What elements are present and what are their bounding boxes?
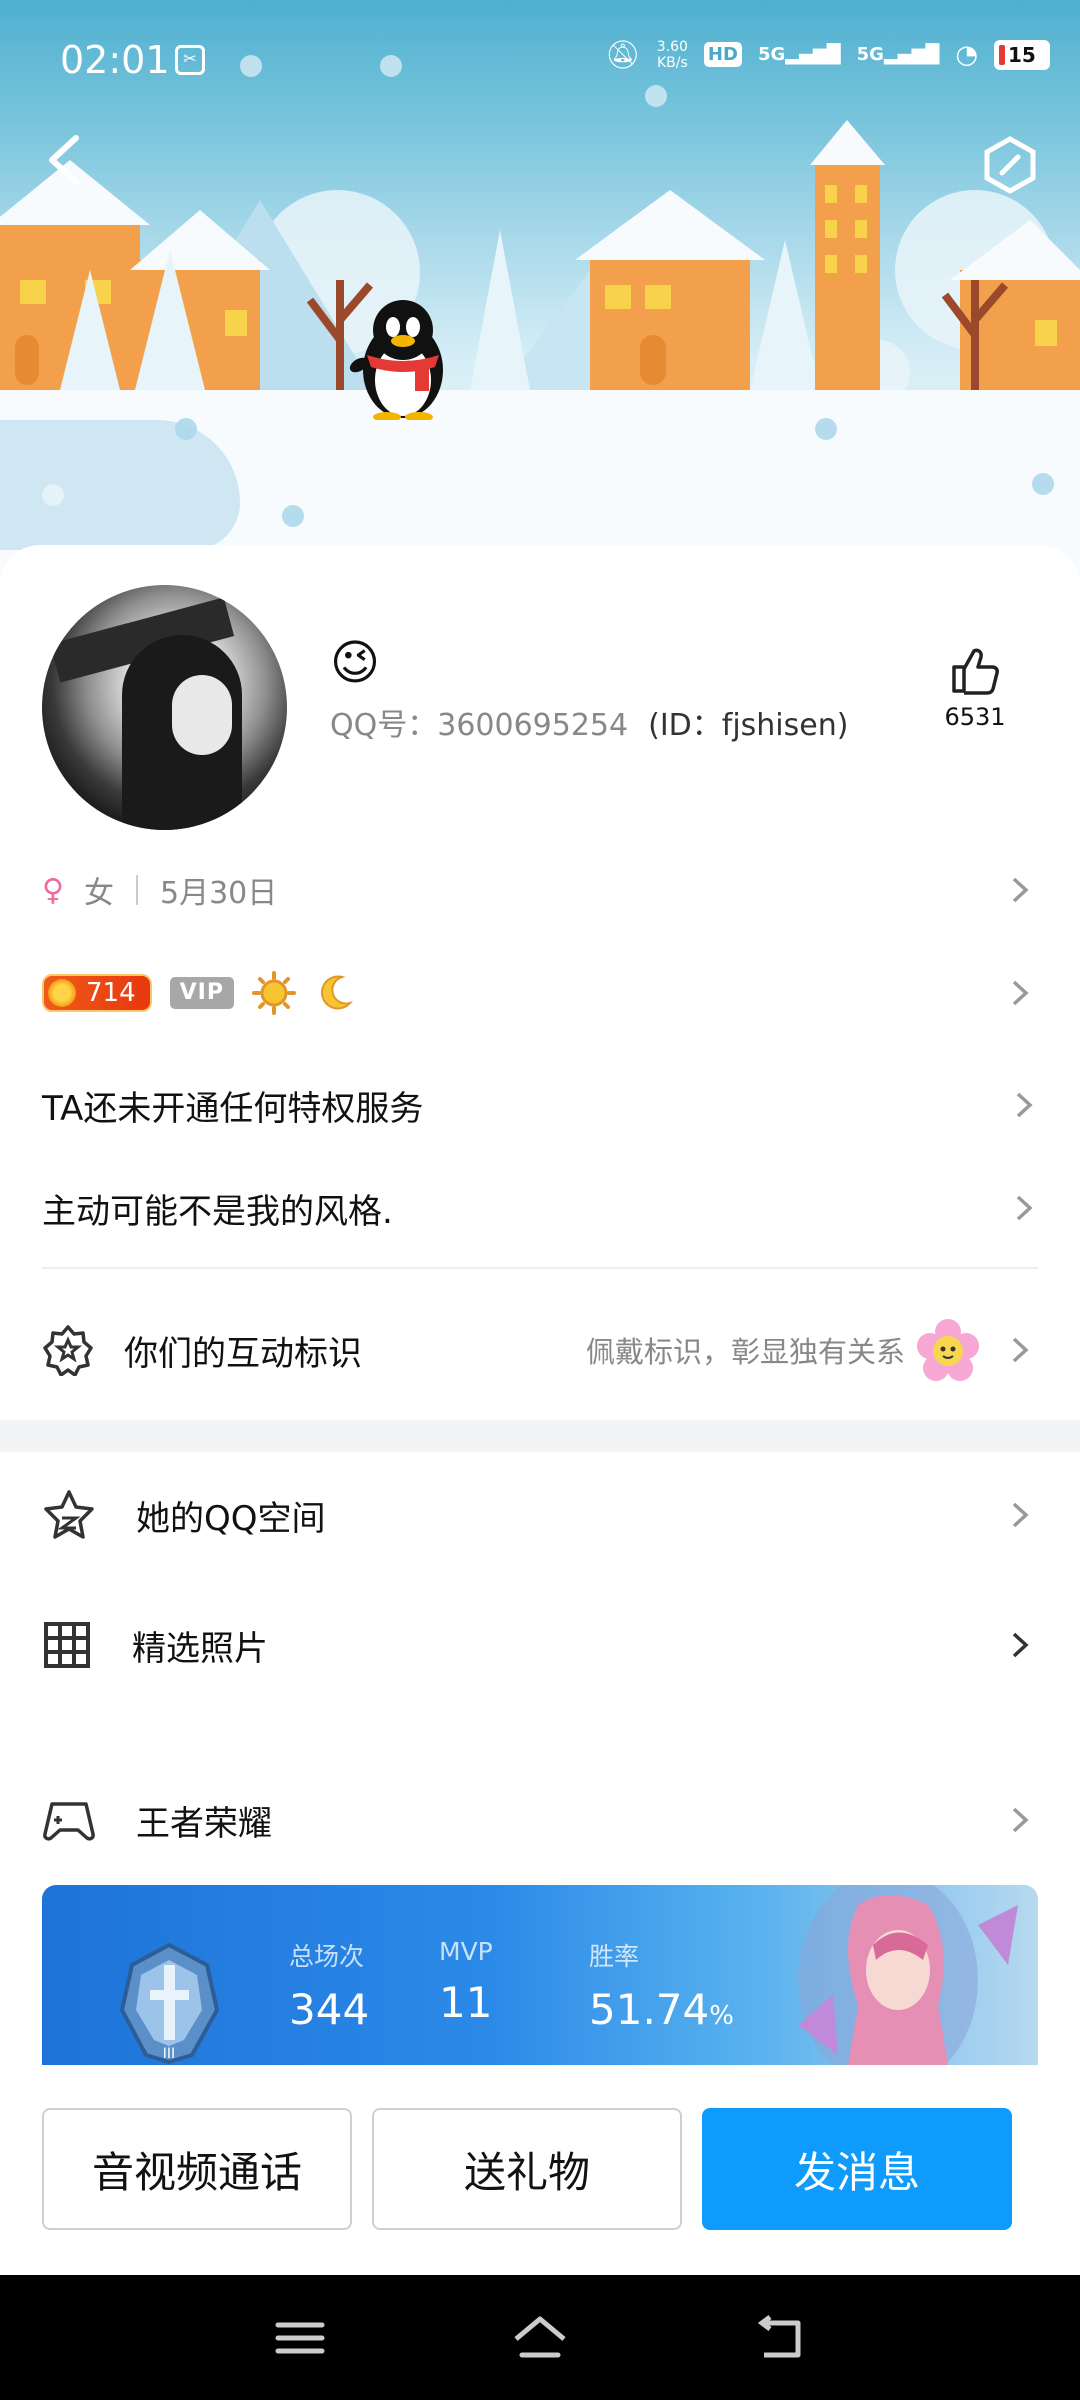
chevron-right-icon <box>1016 1195 1033 1221</box>
avatar[interactable] <box>42 585 287 830</box>
mvp-value: 11 <box>439 1978 493 2027</box>
mute-bell-icon: 🔕︎ <box>605 38 641 71</box>
privilege-row[interactable]: TA还未开通任何特权服务 <box>42 1080 1042 1130</box>
gender: 女 <box>83 876 114 911</box>
nickname: 😉 <box>330 635 381 691</box>
hd-icon: HD <box>703 42 742 67</box>
chevron-right-icon <box>1016 1092 1033 1118</box>
bottom-action-bar: 音视频通话 送礼物 发消息 <box>0 2065 1080 2275</box>
hero-portrait <box>798 1885 1018 2065</box>
birthday: 5月30日 <box>159 876 278 911</box>
game-label: 王者荣耀 <box>136 1803 272 1844</box>
separator <box>135 875 138 905</box>
chevron-right-icon <box>1012 1632 1029 1658</box>
chevron-right-icon <box>1012 1807 1029 1833</box>
win-rate-stat: 胜率 51.74% <box>589 1937 734 2034</box>
interaction-hint: 佩戴标识，彰显独有关系 <box>585 1335 905 1369</box>
battery-icon: 15 <box>994 39 1050 70</box>
thumbs-up-icon <box>952 648 999 695</box>
svg-text:III: III <box>163 2046 175 2062</box>
sim1-label: 5G <box>757 44 786 65</box>
flower-mark-icon <box>917 1319 979 1381</box>
win-rate-number: 51.74 <box>589 1985 710 2034</box>
settings-hexagon-icon[interactable] <box>980 135 1040 195</box>
sun-level-icon <box>251 970 296 1015</box>
send-message-button[interactable]: 发消息 <box>702 2108 1012 2230</box>
battery-level: 15 <box>1008 42 1036 67</box>
interaction-mark-row[interactable]: 你们的互动标识 佩戴标识，彰显独有关系 <box>0 1319 1080 1381</box>
av-call-button[interactable]: 音视频通话 <box>42 2108 352 2230</box>
signature-text: 主动可能不是我的风格. <box>42 1191 393 1232</box>
winter-houses <box>0 120 1080 430</box>
win-rate-unit: % <box>709 2001 734 2031</box>
like-button[interactable]: 6531 <box>940 645 1010 731</box>
status-time: 02:01 <box>60 38 170 82</box>
game-row[interactable]: 王者荣耀 <box>0 1785 1080 1855</box>
send-gift-button[interactable]: 送礼物 <box>372 2108 682 2230</box>
back-nav-icon[interactable] <box>750 2313 810 2363</box>
wifi-icon: ◔ <box>955 39 978 70</box>
star-outline-icon <box>44 1490 94 1539</box>
featured-photos-row[interactable]: 精选照片 <box>0 1610 1080 1680</box>
section-gap <box>0 1420 1080 1452</box>
grid-icon <box>44 1622 90 1668</box>
win-rate-label: 胜率 <box>589 1942 640 1971</box>
total-games-label: 总场次 <box>289 1942 365 1971</box>
gamepad-icon <box>43 1802 95 1841</box>
signature-row[interactable]: 主动可能不是我的风格. <box>42 1183 1042 1233</box>
basic-info-row[interactable]: ♀ 女 5月30日 <box>0 865 1080 915</box>
interaction-label: 你们的互动标识 <box>124 1333 362 1374</box>
qq-id: (ID：fjshisen) <box>648 708 849 743</box>
signal-1-icon: 5G▂▄▆█ <box>757 44 841 65</box>
female-symbol-icon: ♀ <box>42 872 64 908</box>
rank-emblem-icon: III <box>119 1942 220 2065</box>
back-arrow-icon[interactable] <box>40 130 90 190</box>
total-games-value: 344 <box>289 1985 370 2034</box>
photos-label: 精选照片 <box>132 1628 268 1669</box>
chevron-right-icon <box>1012 1337 1029 1363</box>
divider <box>42 1267 1038 1269</box>
chevron-right-icon <box>1012 877 1029 903</box>
mvp-stat: MVP 11 <box>439 1937 493 2027</box>
system-nav-bar <box>0 2275 1080 2400</box>
like-count: 6531 <box>944 703 1006 731</box>
gallery-notification-icon: ✂ <box>175 45 205 75</box>
qq-number-line[interactable]: QQ号：3600695254 (ID：fjshisen) <box>330 700 848 744</box>
net-speed: 3.60 KB/s <box>657 39 688 71</box>
level-badge: 714 <box>42 973 152 1012</box>
mvp-label: MVP <box>439 1937 493 1966</box>
sim2-label: 5G <box>856 44 884 65</box>
signal-2-icon: 5G▂▄▆█ <box>856 44 940 65</box>
qzone-row[interactable]: 她的QQ空间 <box>0 1480 1080 1550</box>
moon-level-icon <box>320 975 354 1009</box>
level-badges-row[interactable]: 714 VIP <box>0 965 1080 1020</box>
chevron-right-icon <box>1012 1502 1029 1528</box>
home-icon[interactable] <box>510 2313 570 2363</box>
penguin-mascot-icon <box>349 300 443 420</box>
vip-badge: VIP <box>169 976 234 1009</box>
total-games-stat: 总场次 344 <box>289 1937 369 2034</box>
qzone-label: 她的QQ空间 <box>136 1498 326 1539</box>
net-speed-value: 3.60 <box>656 38 688 55</box>
status-bar: 02:01 ✂ 🔕︎ 3.60 KB/s HD 5G▂▄▆█ 5G▂▄▆█ ◔ … <box>0 0 1080 120</box>
menu-lines-icon[interactable] <box>270 2313 330 2363</box>
game-stats-card[interactable]: III 总场次 344 MVP 11 胜率 51.74% <box>42 1885 1038 2065</box>
net-speed-unit: KB/s <box>656 54 688 71</box>
chevron-right-icon <box>1012 980 1029 1005</box>
win-rate-value: 51.74% <box>589 1985 734 2034</box>
privilege-text: TA还未开通任何特权服务 <box>42 1088 424 1129</box>
qq-number: QQ号：3600695254 <box>330 708 629 743</box>
badge-star-icon <box>43 1325 93 1376</box>
